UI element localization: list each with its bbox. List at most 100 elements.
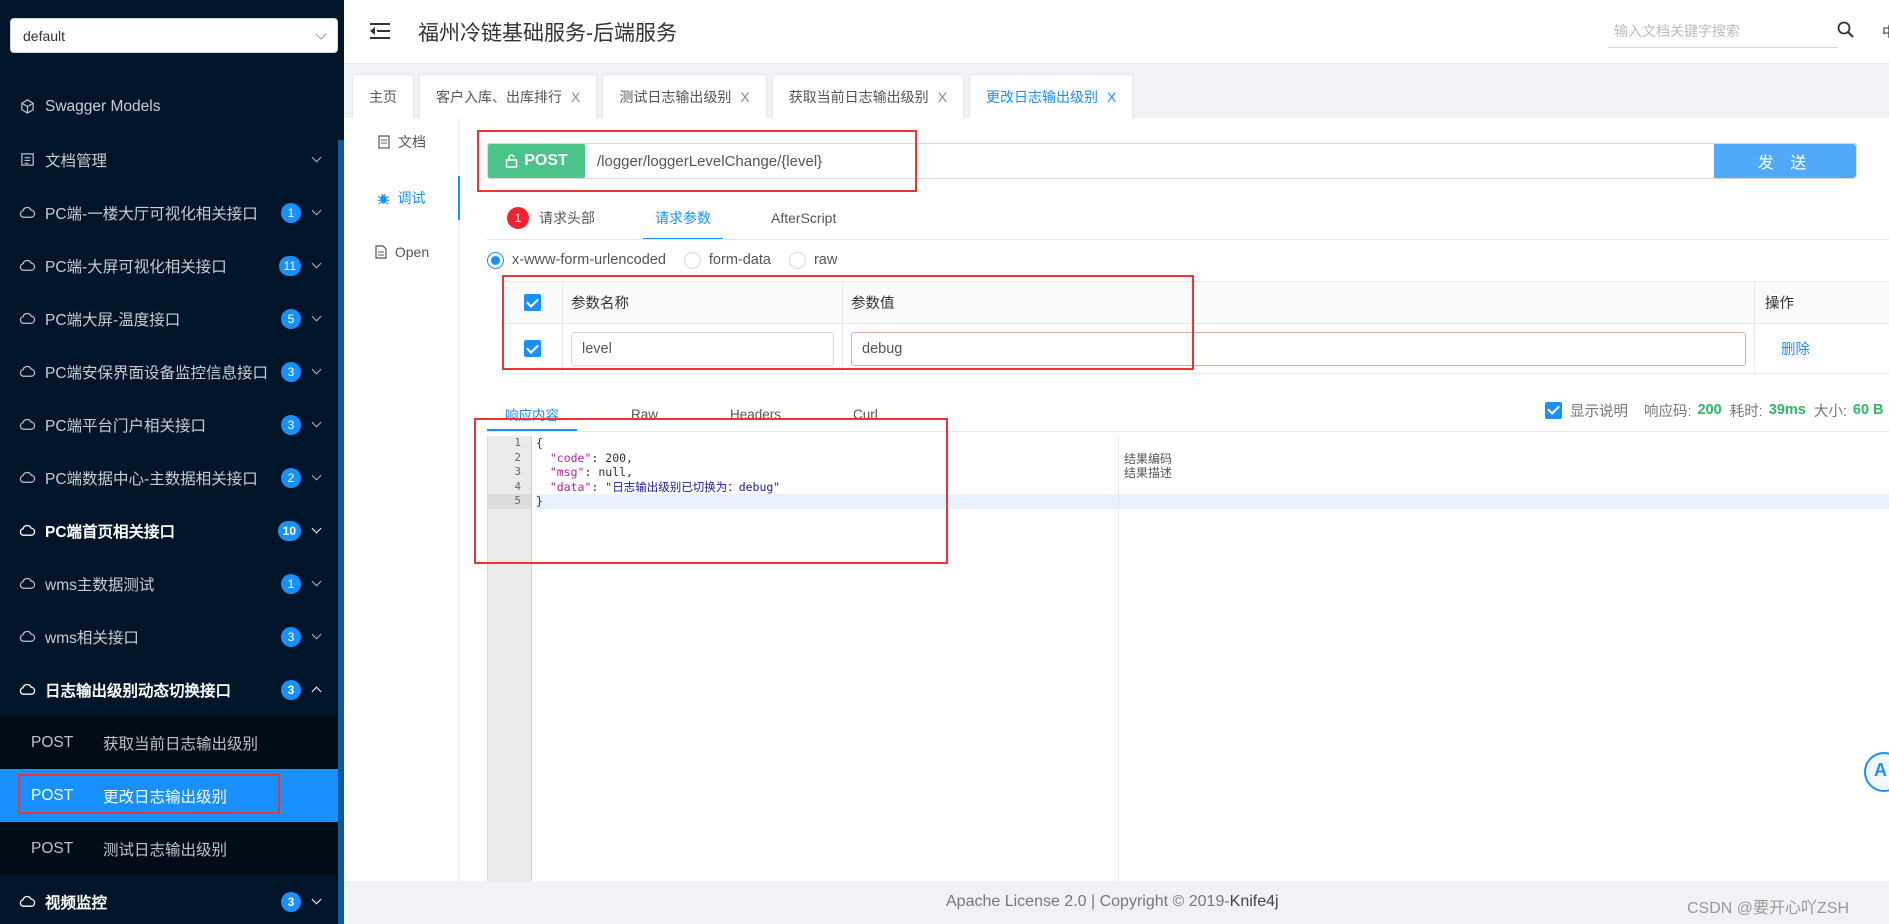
show-desc-label: 显示说明 (1570, 403, 1628, 420)
time-label: 耗时: (1729, 403, 1763, 420)
doc-nav-label: Open (394, 244, 430, 260)
watermark: CSDN @要开心吖ZSH (1687, 900, 1850, 917)
group-select-value: default (23, 27, 66, 44)
chevron-down-icon (311, 258, 322, 269)
sidebar-item-group[interactable]: PC端数据中心-主数据相关接口 2 (0, 451, 338, 504)
header-count-badge: 1 (507, 207, 529, 229)
float-icon: A (1874, 760, 1887, 780)
sidebar-item-label: Swagger Models (45, 97, 161, 115)
tab-label: 请求参数 (655, 210, 711, 226)
tab-label: 主页 (369, 88, 397, 105)
cloud-icon (18, 469, 36, 487)
tab-customer-ranking[interactable]: 客户入库、出库排行 X (419, 74, 598, 118)
tab-label: 更改日志输出级别 (986, 88, 1099, 105)
doc-nav-open[interactable]: Open (344, 230, 460, 274)
cloud-icon (18, 893, 36, 911)
bug-icon (377, 192, 390, 205)
sidebar-item-group[interactable]: PC端安保界面设备监控信息接口 3 (0, 345, 338, 398)
doc-nav-doc[interactable]: 文档 (344, 120, 460, 164)
tab-test-log-level[interactable]: 测试日志输出级别 X (602, 74, 767, 118)
footer: Apache License 2.0 | Copyright © 2019-Kn… (344, 881, 1889, 924)
sidebar-item-label: PC端-一楼大厅可视化相关接口 (45, 205, 258, 223)
count-badge: 11 (278, 255, 301, 276)
close-icon[interactable]: X (740, 89, 749, 105)
doc-nav: 文档 调试 Open (344, 118, 460, 881)
radio-raw[interactable]: raw (788, 251, 837, 269)
count-badge: 3 (281, 414, 301, 435)
show-desc-checkbox[interactable] (1545, 401, 1562, 419)
sidebar-item-doc-manage[interactable]: 文档管理 (0, 133, 338, 186)
chevron-down-icon (311, 894, 322, 905)
sidebar-item-swagger-models[interactable]: Swagger Models (0, 80, 338, 133)
tab-label: AfterScript (771, 210, 837, 226)
close-icon[interactable]: X (1107, 89, 1116, 105)
tab-label: 测试日志输出级别 (619, 88, 732, 105)
sidebar-item-label: PC端-大屏可视化相关接口 (45, 258, 227, 276)
sidebar-item-group[interactable]: wms相关接口 3 (0, 610, 338, 663)
search-input[interactable] (1608, 14, 1838, 48)
sidebar-subitem[interactable]: POST 测试日志输出级别 (0, 822, 338, 875)
sidebar-item-label: wms主数据测试 (45, 576, 155, 594)
chevron-up-icon (311, 686, 322, 697)
sidebar-item-group[interactable]: PC端平台门户相关接口 3 (0, 398, 338, 451)
cloud-icon (18, 416, 36, 434)
radio-dot (487, 251, 504, 269)
sidebar-item-video[interactable]: 视频监控 3 (0, 875, 338, 924)
doc-icon (378, 135, 390, 149)
doc-nav-debug[interactable]: 调试 (344, 176, 460, 220)
col-operation: 操作 (1765, 296, 1794, 312)
close-icon[interactable]: X (938, 89, 947, 105)
annotation-box (502, 275, 1194, 370)
folder-icon (18, 151, 36, 169)
annotation-box (474, 418, 948, 564)
sidebar-item-label: PC端大屏-温度接口 (45, 311, 181, 329)
tabs-bar: 主页 客户入库、出库排行 X 测试日志输出级别 X 获取当前日志输出级别 X 更改日志… (344, 64, 1889, 118)
radio-form-data[interactable]: form-data (683, 251, 771, 269)
count-badge: 1 (281, 573, 301, 594)
tab-label: 获取当前日志输出级别 (788, 88, 929, 105)
cloud-icon (18, 628, 36, 646)
sidebar-item-group[interactable]: PC端-一楼大厅可视化相关接口 1 (0, 186, 338, 239)
request-tabs: 1 请求头部 请求参数 AfterScript (487, 196, 896, 240)
sidebar-subitem[interactable]: POST 获取当前日志输出级别 (0, 716, 338, 769)
count-badge: 10 (277, 520, 301, 541)
annotation-box (18, 774, 280, 814)
sidebar-item-group[interactable]: PC端大屏-温度接口 5 (0, 292, 338, 345)
content-type-radios: x-www-form-urlencoded form-data raw (487, 248, 855, 272)
cloud-icon (18, 310, 36, 328)
sidebar-item-label: PC端安保界面设备监控信息接口 (45, 364, 269, 382)
sidebar-item-group[interactable]: wms主数据测试 1 (0, 557, 338, 610)
size-label: 大小: (1813, 403, 1847, 420)
response-meta: 显示说明 响应码: 200 耗时: 39ms 大小: 60 B (1545, 398, 1889, 422)
chevron-down-icon (311, 629, 322, 640)
response-time: 39ms (1768, 402, 1806, 418)
sidebar-item-group[interactable]: PC端-大屏可视化相关接口 11 (0, 239, 338, 292)
delete-link[interactable]: 删除 (1781, 338, 1810, 359)
tab-label: 客户入库、出库排行 (436, 88, 562, 105)
search-icon[interactable] (1836, 20, 1856, 40)
tab-get-log-level[interactable]: 获取当前日志输出级别 X (771, 74, 965, 118)
count-badge: 1 (281, 202, 301, 223)
menu-fold-icon[interactable] (370, 22, 390, 40)
count-badge: 2 (281, 467, 301, 488)
chevron-down-icon (311, 205, 322, 216)
chevron-down-icon (311, 152, 322, 163)
method-label: POST (31, 839, 74, 857)
sidebar-item-label: 视频监控 (45, 894, 108, 912)
group-select[interactable]: default (10, 18, 338, 53)
tab-change-log-level[interactable]: 更改日志输出级别 X (969, 74, 1134, 118)
sidebar-item-group[interactable]: PC端首页相关接口 10 (0, 504, 338, 557)
sidebar-item-log-level-group[interactable]: 日志输出级别动态切换接口 3 (0, 663, 338, 716)
tab-afterscript[interactable]: AfterScript (771, 196, 836, 240)
sidebar-item-label: 日志输出级别动态切换接口 (45, 682, 232, 700)
radio-urlencoded[interactable]: x-www-form-urlencoded (487, 251, 666, 269)
tab-home[interactable]: 主页 (352, 74, 414, 118)
count-badge: 5 (281, 308, 301, 329)
chevron-down-icon (311, 311, 322, 322)
language-switch[interactable]: 中 (1882, 22, 1889, 42)
chevron-down-icon (311, 576, 322, 587)
tab-request-headers[interactable]: 1 请求头部 (507, 196, 595, 240)
close-icon[interactable]: X (571, 89, 580, 105)
tab-request-params[interactable]: 请求参数 (643, 196, 723, 240)
send-button[interactable]: 发 送 (1714, 144, 1856, 178)
